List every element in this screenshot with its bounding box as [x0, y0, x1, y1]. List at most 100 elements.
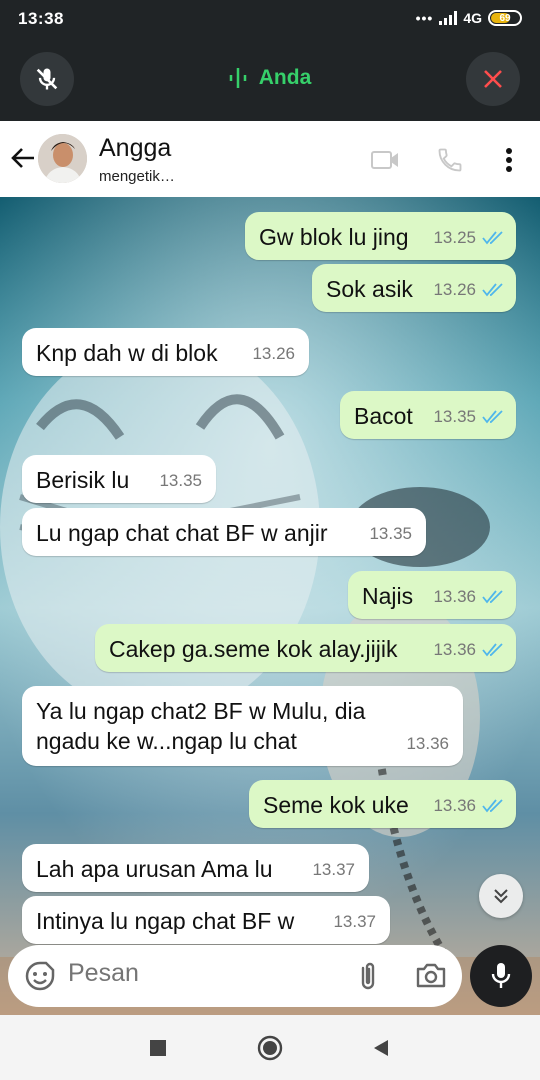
- incoming-message[interactable]: Ya lu ngap chat2 BF w Mulu, dia ngadu ke…: [22, 686, 463, 766]
- outgoing-message[interactable]: Cakep ga.seme kok alay.jijik 13.36: [95, 624, 516, 672]
- message-meta: 13.36: [406, 729, 449, 759]
- recents-button[interactable]: [145, 1035, 171, 1061]
- attach-icon: [361, 962, 375, 990]
- voice-message-button[interactable]: [470, 945, 532, 1007]
- message-time: 13.36: [433, 587, 476, 606]
- message-meta: 13.26: [433, 275, 504, 305]
- system-navigation-bar: [0, 1015, 540, 1080]
- back-button[interactable]: [8, 143, 38, 173]
- status-icons: ••• 4G 69: [416, 10, 522, 26]
- back-triangle-icon: [374, 1040, 388, 1056]
- recents-square-icon: [150, 1040, 166, 1056]
- video-call-button[interactable]: [368, 143, 402, 177]
- double-check-icon: [482, 410, 503, 424]
- emoji-button[interactable]: [24, 960, 56, 992]
- home-circle-icon: [257, 1035, 283, 1061]
- signal-icon: [439, 11, 458, 25]
- more-vert-icon: [506, 148, 512, 172]
- voice-call-icon: [438, 148, 462, 172]
- message-meta: 13.35: [369, 519, 412, 549]
- message-meta: 13.35: [159, 466, 202, 496]
- message-text: Gw blok lu jing: [259, 224, 409, 250]
- message-text: Intinya lu ngap chat BF w: [36, 908, 295, 934]
- message-meta: 13.37: [312, 855, 355, 885]
- status-bar: 13:38 ••• 4G 69: [0, 0, 540, 40]
- status-time: 13:38: [18, 9, 64, 28]
- scroll-to-bottom-button[interactable]: [479, 874, 523, 918]
- message-text: Seme kok uke: [263, 792, 409, 818]
- message-time: 13.36: [406, 734, 449, 753]
- message-text: Cakep ga.seme kok alay.jijik: [109, 636, 398, 662]
- video-call-icon: [371, 151, 398, 169]
- network-type: 4G: [463, 10, 482, 26]
- message-meta: 13.25: [433, 223, 504, 253]
- message-time: 13.36: [433, 640, 476, 659]
- message-time: 13.35: [369, 524, 412, 543]
- outgoing-message[interactable]: Seme kok uke 13.36: [249, 780, 516, 828]
- message-text: Sok asik: [326, 276, 413, 302]
- double-check-icon: [482, 231, 503, 245]
- message-meta: 13.36: [433, 791, 504, 821]
- message-time: 13.37: [333, 912, 376, 931]
- message-time: 13.35: [433, 407, 476, 426]
- message-time: 13.37: [312, 860, 355, 879]
- message-text: Ya lu ngap chat2 BF w Mulu, dia ngadu ke…: [36, 698, 366, 754]
- ongoing-call-bar: Anda: [0, 40, 540, 121]
- message-meta: 13.36: [433, 582, 504, 612]
- double-check-icon: [482, 643, 503, 657]
- outgoing-message[interactable]: Bacot 13.35: [340, 391, 516, 439]
- back-arrow-icon: [11, 148, 34, 168]
- message-text: Knp dah w di blok: [36, 340, 218, 366]
- back-nav-button[interactable]: [368, 1035, 394, 1061]
- message-meta: 13.36: [433, 635, 504, 665]
- message-time: 13.35: [159, 471, 202, 490]
- close-icon: [484, 70, 502, 88]
- call-label: Anda: [258, 66, 312, 89]
- message-time: 13.26: [252, 344, 295, 363]
- attach-button[interactable]: [354, 960, 382, 992]
- notification-dots-icon: •••: [415, 10, 434, 26]
- emoji-icon: [25, 961, 55, 991]
- chat-area[interactable]: Gw blok lu jing 13.25 Sok asik 13.26 Knp dah…: [0, 197, 540, 1019]
- message-text: Bacot: [354, 403, 413, 429]
- battery-icon: 69: [488, 10, 522, 26]
- camera-icon: [416, 963, 446, 988]
- incoming-message[interactable]: Berisik lu 13.35: [22, 455, 216, 503]
- message-input[interactable]: [68, 959, 338, 988]
- mic-icon: [491, 963, 511, 988]
- message-time: 13.36: [433, 796, 476, 815]
- incoming-message[interactable]: Lu ngap chat chat BF w anjir 13.35: [22, 508, 426, 556]
- outgoing-message[interactable]: Gw blok lu jing 13.25: [245, 212, 516, 260]
- double-check-icon: [482, 590, 503, 604]
- outgoing-message[interactable]: Najis 13.36: [348, 571, 516, 619]
- double-check-icon: [482, 283, 503, 297]
- message-text: Lah apa urusan Ama lu: [36, 856, 273, 882]
- battery-level: 69: [499, 12, 511, 24]
- message-meta: 13.37: [333, 907, 376, 937]
- avatar[interactable]: [38, 134, 87, 183]
- message-meta: 13.26: [252, 339, 295, 369]
- incoming-message[interactable]: Intinya lu ngap chat BF w 13.37: [22, 896, 390, 944]
- contact-photo: [38, 134, 87, 183]
- chat-header: Angga mengetik…: [0, 121, 540, 197]
- message-time: 13.26: [433, 280, 476, 299]
- call-wave-icon: [229, 68, 246, 88]
- contact-name[interactable]: Angga: [99, 134, 171, 163]
- incoming-message[interactable]: Lah apa urusan Ama lu 13.37: [22, 844, 369, 892]
- double-chevron-down-icon: [494, 889, 508, 904]
- message-text: Lu ngap chat chat BF w anjir: [36, 520, 328, 546]
- voice-call-button[interactable]: [433, 143, 467, 177]
- outgoing-message[interactable]: Sok asik 13.26: [312, 264, 516, 312]
- end-call-button[interactable]: [466, 52, 520, 106]
- home-button[interactable]: [257, 1035, 283, 1061]
- call-status[interactable]: Anda: [0, 66, 540, 90]
- message-time: 13.25: [433, 228, 476, 247]
- message-text: Najis: [362, 583, 414, 609]
- message-text: Berisik lu: [36, 467, 130, 493]
- double-check-icon: [482, 799, 503, 813]
- message-meta: 13.35: [433, 402, 504, 432]
- message-composer: [8, 945, 462, 1007]
- more-options-button[interactable]: [492, 143, 526, 177]
- camera-button[interactable]: [414, 960, 448, 992]
- incoming-message[interactable]: Knp dah w di blok 13.26: [22, 328, 309, 376]
